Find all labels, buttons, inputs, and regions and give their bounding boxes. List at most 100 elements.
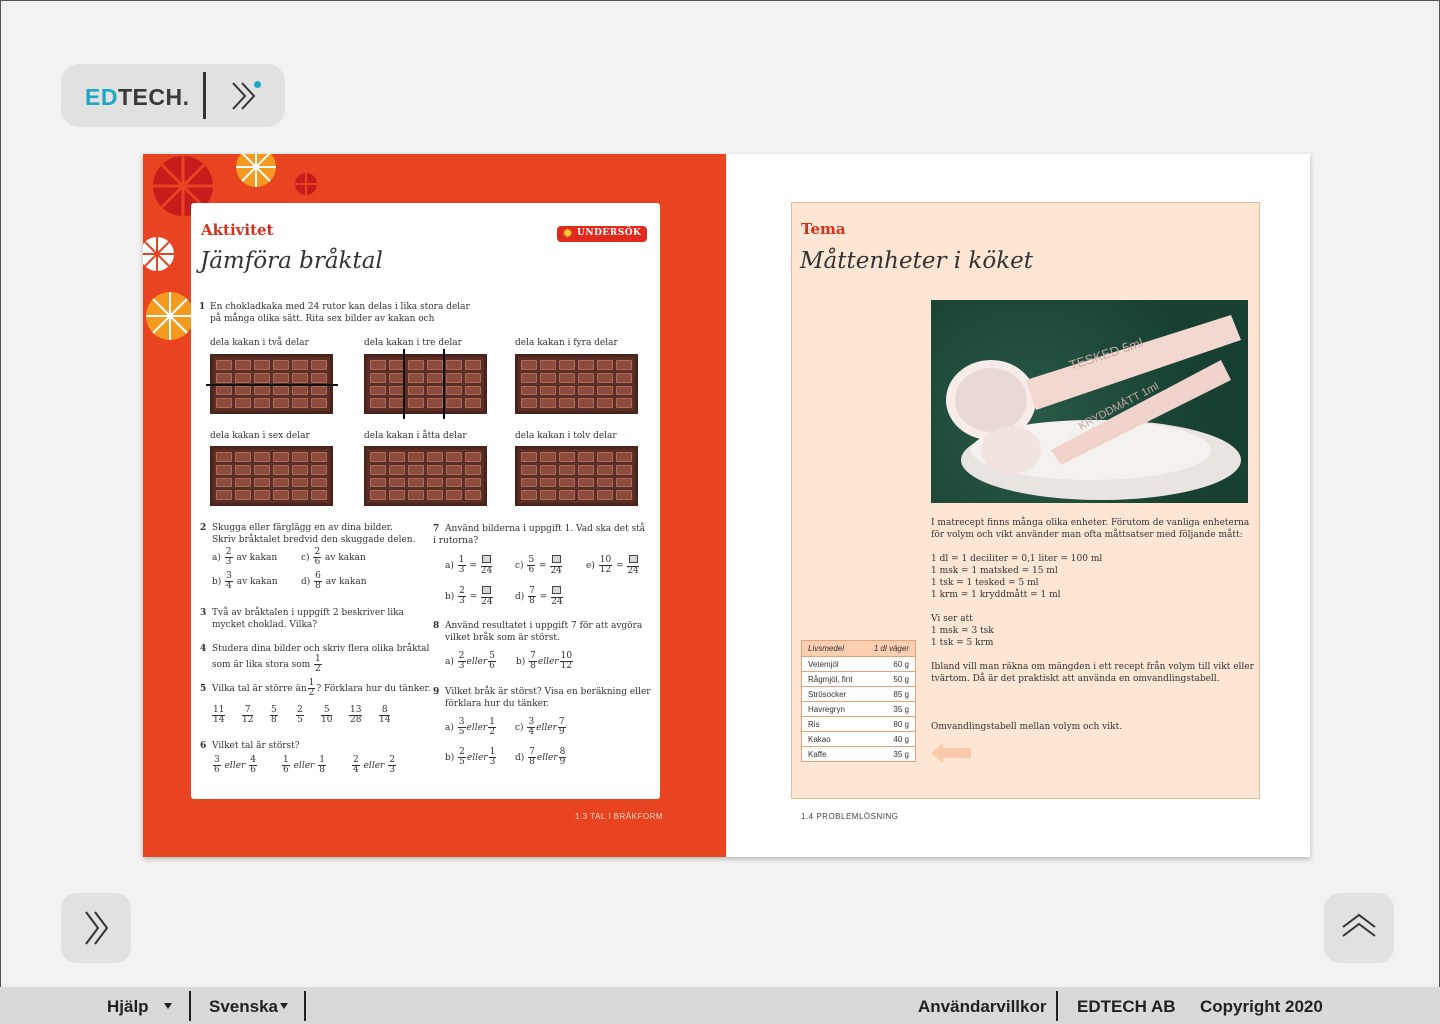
chocolate-square — [389, 490, 405, 500]
chocolate-square — [559, 360, 575, 370]
chocolate-square — [521, 477, 537, 488]
chocolate-square — [235, 360, 251, 370]
unit-line: 1 dl = 1 deciliter = 0,1 liter = 100 ml — [931, 554, 1103, 564]
activity-card: Aktivitet ✹ UNDERSÖK Jämföra bråktal 1 En… — [191, 203, 660, 799]
chocolate-square — [465, 372, 481, 383]
task2-item-c: c) 26 av kakan — [301, 547, 366, 567]
chocolate-square — [427, 464, 443, 475]
compare-pair: b) 2 5 eller 1 3 — [445, 747, 497, 767]
chocolate-square — [521, 398, 537, 408]
fraction: 25 — [296, 705, 304, 725]
bar-caption: dela kakan i tre delar — [364, 338, 462, 348]
task-text: mycket choklad. Vilka? — [212, 620, 318, 630]
see-line: Vi ser att — [931, 614, 973, 624]
fraction: 13 28 — [349, 705, 363, 725]
equation: c) 56 = 24 — [515, 555, 562, 576]
task-text: Vilket tal är störst? — [212, 741, 300, 751]
chocolate-square — [254, 477, 270, 488]
badge-label: UNDERSÖK — [577, 228, 642, 238]
task-text: Skugga eller färglägg en av dina bilder. — [212, 523, 393, 533]
chocolate-square — [273, 360, 289, 370]
book-spread: Aktivitet ✹ UNDERSÖK Jämföra bråktal 1 En… — [143, 154, 1310, 857]
help-menu[interactable]: Hjälp — [107, 997, 149, 1017]
chocolate-square — [254, 385, 270, 396]
table-row: Vetemjöl 60 g — [802, 656, 915, 671]
chocolate-square — [465, 464, 481, 475]
task-text: på många olika sätt. Rita sex bilder av … — [210, 314, 435, 324]
copyright-text: Copyright 2020 — [1200, 997, 1323, 1016]
chocolate-square — [559, 385, 575, 396]
table-row: Havregryn 35 g — [802, 701, 915, 716]
chocolate-square — [559, 490, 575, 500]
tema-box: Tema Måttenheter i köket TESKED 5ml KRYD… — [791, 202, 1260, 799]
top-toolbar: EDTECH. — [61, 64, 285, 127]
edtech-logo[interactable]: EDTECH. — [85, 84, 189, 111]
chocolate-square — [235, 464, 251, 475]
next-page-button[interactable] — [61, 893, 131, 963]
chocolate-square — [292, 360, 308, 370]
terms-link[interactable]: Användarvillkor — [918, 997, 1047, 1017]
chocolate-square — [578, 477, 594, 488]
chocolate-square — [235, 490, 251, 500]
see-line: 1 msk = 3 tsk — [931, 626, 994, 636]
chocolate-square — [559, 372, 575, 383]
chocolate-square — [389, 464, 405, 475]
task-text: Vilka tal är större än 1 2? Förklara hur d… — [212, 678, 431, 698]
chocolate-square — [578, 490, 594, 500]
chocolate-square — [408, 464, 424, 475]
bar-caption: dela kakan i fyra delar — [515, 338, 618, 348]
table-row: Ris 80 g — [802, 716, 915, 731]
chocolate-square — [521, 360, 537, 370]
chocolate-square — [540, 385, 556, 396]
company-link[interactable]: EDTECH AB — [1077, 997, 1176, 1017]
chocolate-square — [235, 477, 251, 488]
chocolate-square — [427, 477, 443, 488]
chocolate-square — [235, 398, 251, 408]
chocolate-square — [311, 490, 327, 500]
fraction: 58 — [270, 705, 278, 725]
chocolate-square — [408, 490, 424, 500]
equation: d) 78 = 24 — [515, 586, 563, 607]
chocolate-square — [389, 452, 405, 462]
chocolate-square — [216, 360, 232, 370]
chocolate-square — [616, 360, 632, 370]
language-select[interactable]: Svenska — [209, 997, 278, 1017]
bar-caption: dela kakan i åtta delar — [364, 431, 467, 441]
chocolate-square — [408, 452, 424, 462]
task-number: 9 — [433, 687, 440, 697]
chocolate-square — [408, 398, 424, 408]
chocolate-square — [292, 372, 308, 383]
right-page: Tema Måttenheter i köket TESKED 5ml KRYD… — [727, 154, 1310, 857]
task-text: Vilket bråk är störst? Visa en beräkning… — [445, 687, 651, 697]
equation: b) 23 = 24 — [445, 586, 493, 607]
caret-down-icon[interactable] — [280, 1003, 288, 1009]
chocolate-square — [616, 490, 632, 500]
left-arrow-icon — [931, 743, 971, 763]
caret-down-icon[interactable] — [164, 1003, 172, 1009]
chocolate-square — [427, 360, 443, 370]
chocolate-square — [559, 477, 575, 488]
footer-divider — [1056, 991, 1058, 1021]
chocolate-square — [597, 360, 613, 370]
chocolate-square — [540, 372, 556, 383]
intro-text: för volym och vikt använder man ofta måt… — [931, 530, 1243, 540]
unit-line: 1 krm = 1 kryddmått = 1 ml — [931, 590, 1061, 600]
task-text: förklara hur du tänker. — [445, 699, 550, 709]
chocolate-square — [597, 385, 613, 396]
chocolate-square — [216, 398, 232, 408]
scroll-top-button[interactable] — [1324, 893, 1394, 963]
tema-label: Tema — [801, 220, 846, 238]
task-number: 6 — [200, 741, 207, 751]
chocolate-square — [292, 477, 308, 488]
chocolate-square — [446, 398, 462, 408]
task2-item-b: b) 34 av kakan — [212, 571, 278, 591]
bar-caption: dela kakan i sex delar — [210, 431, 310, 441]
toolbar-divider — [203, 72, 206, 119]
chocolate-square — [427, 372, 443, 383]
page-footer: 1.3 TAL I BRÅKFORM — [575, 812, 663, 821]
chocolate-square — [273, 398, 289, 408]
chocolate-square — [616, 385, 632, 396]
chocolate-square — [559, 452, 575, 462]
table-header: Livsmedel 1 dl väger — [802, 641, 915, 656]
equation: a) 13 = 24 — [445, 555, 493, 576]
